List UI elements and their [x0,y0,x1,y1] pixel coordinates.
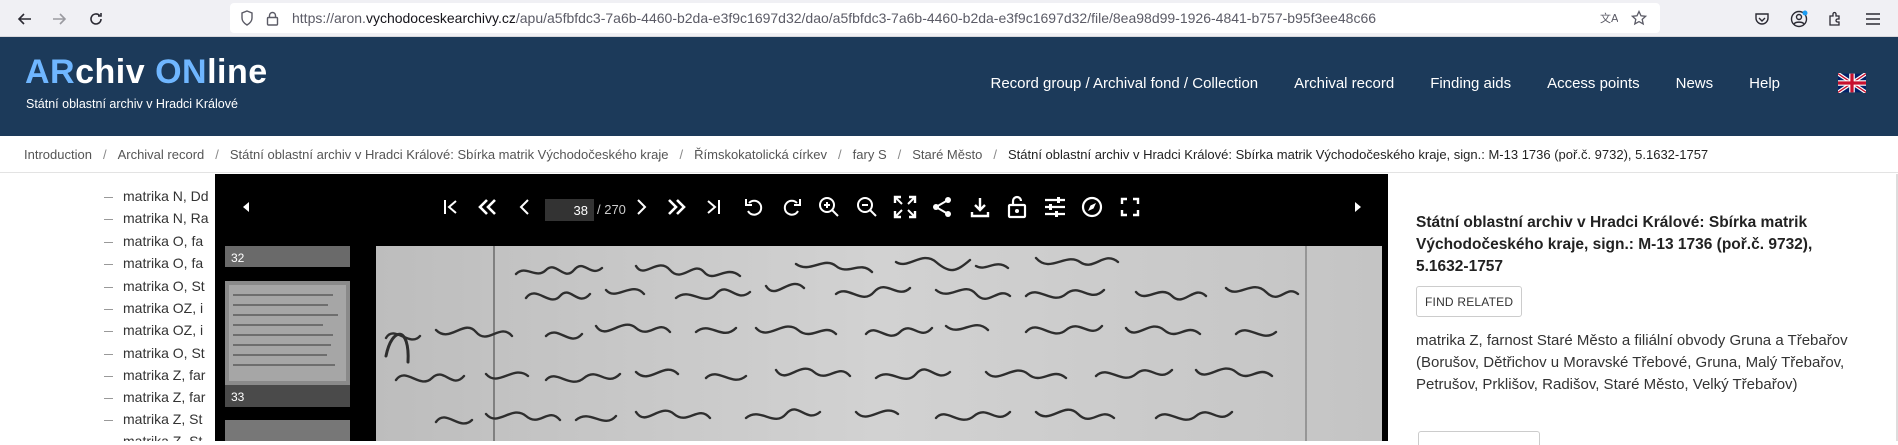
download-icon[interactable] [966,194,994,220]
next-page-icon[interactable] [627,194,655,220]
breadcrumb-stare-mesto[interactable]: Staré Město [912,147,982,162]
breadcrumb-separator: / [993,146,997,162]
thumbnail[interactable] [225,420,350,441]
breadcrumb-separator: / [838,146,842,162]
breadcrumb-introduction[interactable]: Introduction [24,147,92,162]
forward-icon[interactable] [46,6,72,32]
fit-screen-icon[interactable] [891,194,919,220]
site-header: ARchiv ONline Státní oblastní archiv v H… [0,37,1898,136]
fullscreen-icon[interactable] [1116,194,1144,220]
menu-icon[interactable] [1860,6,1886,32]
tree-item[interactable]: matrika Z, far [104,367,205,383]
account-icon[interactable] [1786,6,1812,32]
navigator-compass-icon[interactable] [1078,194,1106,220]
nav-archival-record[interactable]: Archival record [1276,75,1412,92]
prev-page-icon[interactable] [511,194,539,220]
thumbnail-image [225,281,350,385]
nav-news[interactable]: News [1658,75,1732,92]
site-logo[interactable]: ARchiv ONline [25,53,268,92]
document-viewer: / 270 [215,174,1388,441]
first-page-icon[interactable] [437,194,465,220]
find-related-button[interactable]: FIND RELATED [1416,286,1523,317]
bookmark-star-icon[interactable] [1630,9,1648,27]
breadcrumb-fary-s[interactable]: fary S [853,147,887,162]
breadcrumb-separator: / [215,146,219,162]
next-panel-arrow-icon[interactable] [1344,194,1372,220]
breadcrumb-archival-record[interactable]: Archival record [118,147,205,162]
breadcrumb-collection[interactable]: Státní oblastní archiv v Hradci Králové:… [230,147,669,162]
rotate-right-icon[interactable] [778,194,806,220]
record-title: Státní oblastní archiv v Hradci Králové:… [1416,214,1813,275]
nav-record-group[interactable]: Record group / Archival fond / Collectio… [972,75,1276,92]
breadcrumb-separator: / [679,146,684,162]
document-scan-image[interactable] [376,246,1382,441]
extensions-icon[interactable] [1822,6,1848,32]
thumbnail[interactable]: 33 [225,281,350,407]
secondary-button[interactable] [1418,431,1540,445]
breadcrumb-separator: / [897,146,902,162]
svg-text:文A: 文A [1600,11,1618,25]
site-subtitle: Státní oblastní archiv v Hradci Králové [26,97,238,111]
shield-icon[interactable] [238,9,256,27]
fast-forward-icon[interactable] [662,194,690,220]
tree-item[interactable]: matrika N, Dd [104,188,209,204]
adjustments-icon[interactable] [1041,194,1069,220]
nav-access-points[interactable]: Access points [1529,75,1658,92]
breadcrumb-separator: / [102,146,107,162]
breadcrumb-current: Státní oblastní archiv v Hradci Králové:… [1007,146,1709,162]
url-path: /apu/a5fbfdc3-7a6b-4460-b2da-e3f9c1697d3… [515,10,1377,26]
pocket-icon[interactable] [1749,6,1775,32]
logo-ar: AR [25,53,76,91]
zoom-in-icon[interactable] [815,194,843,220]
zoom-out-icon[interactable] [853,194,881,220]
breadcrumb-church[interactable]: Římskokatolická církev [694,147,827,162]
archive-tree: matrika N, Dd matrika N, Ra matrika O, f… [0,174,215,441]
tree-item[interactable]: matrika O, St [104,278,205,294]
record-description: matrika Z, farnost Staré Město a filiáln… [1416,332,1848,393]
tree-item[interactable]: matrika O, St [104,345,205,361]
tree-item[interactable]: matrika OZ, i [104,300,203,316]
tree-item[interactable]: matrika Z, St [104,411,202,427]
tree-item[interactable]: matrika N, Ra [104,210,209,226]
share-icon[interactable] [928,194,956,220]
thumbnail-label: 33 [231,390,245,404]
thumbnail-label: 32 [231,251,245,265]
page-number-input[interactable] [545,199,594,221]
tree-item[interactable]: matrika Z, St [104,433,202,441]
logo-chiv: chiv [75,53,156,91]
tree-item[interactable]: matrika OZ, i [104,322,203,338]
logo-line: line [207,53,268,91]
unlock-icon[interactable] [1003,194,1031,220]
reload-icon[interactable] [83,6,109,32]
url-prefix: https://aron. [292,10,366,26]
tree-item[interactable]: matrika O, fa [104,255,203,271]
main-navigation: Record group / Archival fond / Collectio… [972,75,1798,92]
tree-item[interactable]: matrika Z, far [104,389,205,405]
record-detail-panel: Státní oblastní archiv v Hradci Králové:… [1388,174,1898,445]
uk-flag-icon[interactable] [1838,73,1866,93]
thumbnail[interactable]: 32 [225,246,350,267]
lock-icon[interactable] [263,9,281,27]
prev-panel-arrow-icon[interactable] [232,194,260,220]
back-icon[interactable] [12,6,38,32]
tree-item[interactable]: matrika O, fa [104,233,203,249]
translate-icon[interactable]: 文A [1600,9,1618,27]
rotate-left-icon[interactable] [740,194,768,220]
url-domain: vychodoceskearchivy.cz [365,10,516,26]
browser-toolbar: https://aron.vychodoceskearchivy.cz/apu/… [0,0,1898,37]
page-total: / 270 [597,202,626,217]
url-text[interactable]: https://aron.vychodoceskearchivy.cz/apu/… [292,10,1376,26]
logo-on: ON [155,53,208,91]
handwritten-page-image [376,246,1382,441]
breadcrumb: Introduction / Archival record / Státní … [0,136,1898,173]
viewer-toolbar: / 270 [215,174,1388,240]
last-page-icon[interactable] [699,194,727,220]
fast-back-icon[interactable] [474,194,502,220]
thumbnail-strip: 32 33 [225,246,350,441]
nav-help[interactable]: Help [1731,75,1798,92]
url-bar[interactable]: https://aron.vychodoceskearchivy.cz/apu/… [230,3,1660,33]
nav-finding-aids[interactable]: Finding aids [1412,75,1529,92]
